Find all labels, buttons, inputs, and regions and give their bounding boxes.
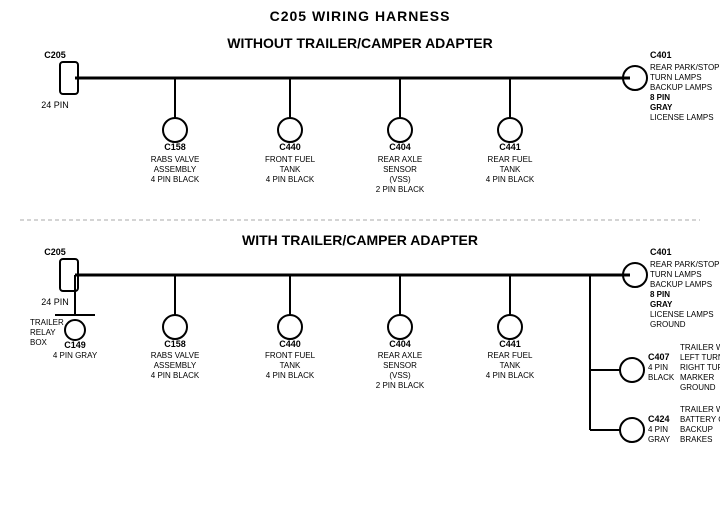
s1-c404-id: C404 — [389, 142, 411, 152]
s2-c407-desc2: LEFT TURN — [680, 353, 720, 362]
s1-c441-id: C441 — [499, 142, 521, 152]
s1-c401-desc4: LICENSE LAMPS — [650, 113, 714, 122]
s2-c424-desc1: TRAILER WIRES — [680, 405, 720, 414]
s2-c404-connector — [388, 315, 412, 339]
s2-c424-pins: 4 PIN — [648, 425, 668, 434]
s2-c407-desc4: MARKER — [680, 373, 714, 382]
s2-c158-desc3: 4 PIN BLACK — [151, 371, 200, 380]
s2-c424-desc3: BACKUP — [680, 425, 713, 434]
section2-label: WITH TRAILER/CAMPER ADAPTER — [242, 232, 478, 248]
s2-c401-desc4: LICENSE LAMPS — [650, 310, 714, 319]
s2-c149-id: C149 — [64, 340, 86, 350]
s2-c401-desc2: TURN LAMPS — [650, 270, 702, 279]
s2-c407-color: BLACK — [648, 373, 675, 382]
s2-trailer-relay-box3: BOX — [30, 338, 48, 347]
s1-c158-desc2: ASSEMBLY — [154, 165, 197, 174]
s2-c424-desc4: BRAKES — [680, 435, 712, 444]
s1-c401-desc3: BACKUP LAMPS — [650, 83, 712, 92]
s2-c404-desc4: 2 PIN BLACK — [376, 381, 425, 390]
s1-c440-desc1: FRONT FUEL — [265, 155, 316, 164]
s1-c205-pins: 24 PIN — [41, 100, 69, 110]
s2-c404-desc3: (VSS) — [389, 371, 411, 380]
s2-c407-connector — [620, 358, 644, 382]
s2-c404-desc2: SENSOR — [383, 361, 417, 370]
s2-c404-id: C404 — [389, 339, 411, 349]
s2-c441-id: C441 — [499, 339, 521, 349]
s2-c424-id: C424 — [648, 414, 670, 424]
s2-c401-desc1: REAR PARK/STOP — [650, 260, 720, 269]
s2-trailer-relay-box2: RELAY — [30, 328, 56, 337]
s2-c158-connector — [163, 315, 187, 339]
wiring-diagram-svg: WITHOUT TRAILER/CAMPER ADAPTER C205 24 P… — [0, 0, 720, 517]
s1-c440-connector — [278, 118, 302, 142]
s1-c158-id: C158 — [164, 142, 186, 152]
s2-c424-color: GRAY — [648, 435, 671, 444]
s1-c440-desc2: TANK — [280, 165, 301, 174]
s1-c404-connector — [388, 118, 412, 142]
s2-c407-desc5: GROUND — [680, 383, 716, 392]
s1-c441-desc1: REAR FUEL — [488, 155, 533, 164]
s2-c149-pins: 4 PIN GRAY — [53, 351, 98, 360]
s2-c407-pins: 4 PIN — [648, 363, 668, 372]
s2-c401-color: GRAY — [650, 300, 673, 309]
s1-c440-id: C440 — [279, 142, 301, 152]
s1-c158-desc1: RABS VALVE — [151, 155, 200, 164]
s2-c407-desc1: TRAILER WIRES — [680, 343, 720, 352]
s2-c205-pins: 24 PIN — [41, 297, 69, 307]
s2-c440-desc3: 4 PIN BLACK — [266, 371, 315, 380]
s2-c401-id: C401 — [650, 247, 672, 257]
s1-c158-connector — [163, 118, 187, 142]
s1-c441-connector — [498, 118, 522, 142]
s1-c205-id: C205 — [44, 50, 66, 60]
s2-c407-desc3: RIGHT TURN — [680, 363, 720, 372]
s2-c424-connector — [620, 418, 644, 442]
s2-c440-id: C440 — [279, 339, 301, 349]
s2-c424-desc2: BATTERY CHARGE — [680, 415, 720, 424]
s1-c441-desc3: 4 PIN BLACK — [486, 175, 535, 184]
s2-c401-desc5: GROUND — [650, 320, 686, 329]
s2-c205-id: C205 — [44, 247, 66, 257]
s1-c401-desc2: TURN LAMPS — [650, 73, 702, 82]
s2-c440-desc2: TANK — [280, 361, 301, 370]
s1-c404-desc2: SENSOR — [383, 165, 417, 174]
s2-c401-pins: 8 PIN — [650, 290, 670, 299]
s2-c404-desc1: REAR AXLE — [378, 351, 422, 360]
s1-c404-desc4: 2 PIN BLACK — [376, 185, 425, 194]
s2-c158-desc2: ASSEMBLY — [154, 361, 197, 370]
diagram-container: C205 WIRING HARNESS WITHOUT TRAILER/CAMP… — [0, 0, 720, 517]
s2-c401-desc3: BACKUP LAMPS — [650, 280, 712, 289]
s1-c440-desc3: 4 PIN BLACK — [266, 175, 315, 184]
s2-trailer-relay-box1: TRAILER — [30, 318, 64, 327]
s2-c441-connector — [498, 315, 522, 339]
s1-c404-desc3: (VSS) — [389, 175, 411, 184]
s1-c158-desc3: 4 PIN BLACK — [151, 175, 200, 184]
s1-c401-color: GRAY — [650, 103, 673, 112]
s2-c149-connector — [65, 320, 85, 340]
s1-c401-desc1: REAR PARK/STOP — [650, 63, 720, 72]
s2-c441-desc2: TANK — [500, 361, 521, 370]
s2-c158-desc1: RABS VALVE — [151, 351, 200, 360]
s2-c440-connector — [278, 315, 302, 339]
s1-c401-id: C401 — [650, 50, 672, 60]
s2-c407-id: C407 — [648, 352, 670, 362]
s1-c404-desc1: REAR AXLE — [378, 155, 422, 164]
s2-c158-id: C158 — [164, 339, 186, 349]
section1-label: WITHOUT TRAILER/CAMPER ADAPTER — [227, 35, 492, 51]
s1-c441-desc2: TANK — [500, 165, 521, 174]
s2-c441-desc1: REAR FUEL — [488, 351, 533, 360]
s2-c441-desc3: 4 PIN BLACK — [486, 371, 535, 380]
s1-c401-pins: 8 PIN — [650, 93, 670, 102]
s2-c440-desc1: FRONT FUEL — [265, 351, 316, 360]
